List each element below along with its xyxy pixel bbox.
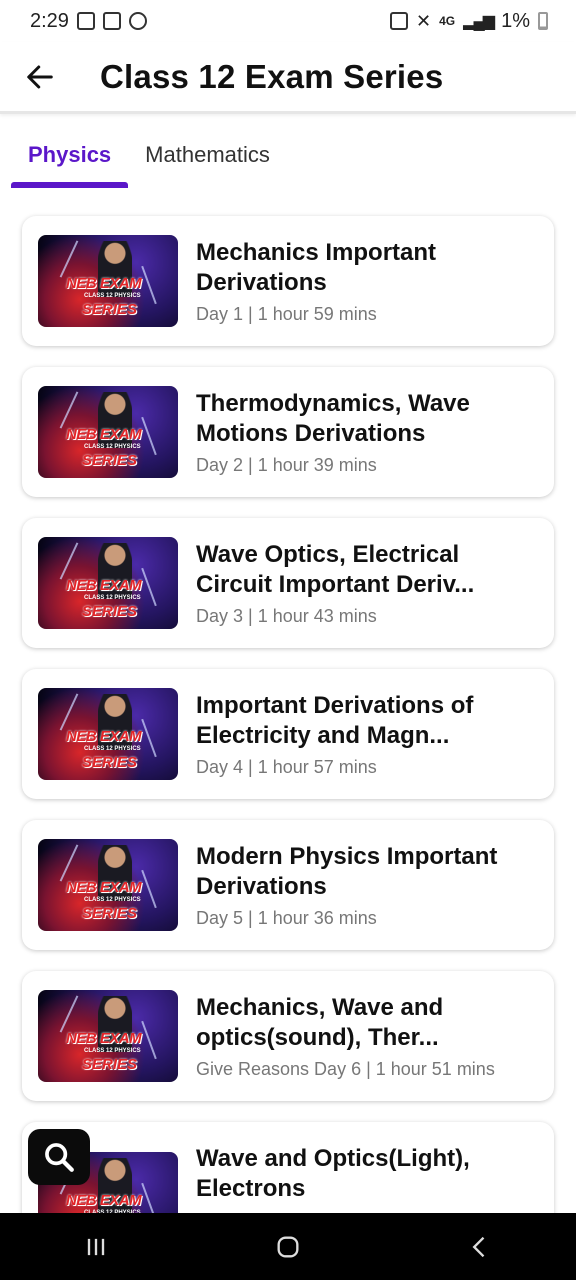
video-meta: Day 2 | 1 hour 39 mins bbox=[196, 454, 377, 475]
video-card[interactable]: NEB EXAM CLASS 12 PHYSICS SERIES Importa… bbox=[22, 669, 554, 799]
battery-icon bbox=[538, 12, 548, 30]
search-icon bbox=[45, 1143, 74, 1172]
thumbnail-subtitle: CLASS 12 PHYSICS bbox=[84, 1048, 141, 1054]
thumbnail-subtitle: CLASS 12 PHYSICS bbox=[84, 746, 141, 752]
thumbnail-title: NEB EXAM bbox=[66, 1192, 142, 1209]
video-title: Important Derivations of Electricity and… bbox=[196, 691, 474, 749]
video-title: Wave Optics, Electrical Circuit Importan… bbox=[196, 540, 475, 598]
thumbnail-subtitle: CLASS 12 PHYSICS bbox=[84, 293, 141, 299]
status-bar: 2:29 ✕ 4G ▂▄▆ 1% bbox=[0, 0, 576, 42]
status-right: ✕ 4G ▂▄▆ 1% bbox=[390, 10, 548, 33]
voicemail-icon bbox=[102, 12, 121, 30]
recents-button[interactable] bbox=[66, 1222, 126, 1272]
video-title: Thermodynamics, Wave Motions Derivations bbox=[196, 389, 470, 447]
video-meta: Day 4 | 1 hour 57 mins bbox=[196, 756, 377, 777]
system-nav-bar bbox=[0, 1213, 576, 1280]
arrow-back-icon bbox=[27, 65, 53, 88]
battery-level: 1% bbox=[501, 9, 530, 32]
thumbnail-series: SERIES bbox=[82, 452, 138, 469]
video-card[interactable]: NEB EXAM CLASS 12 PHYSICS SERIES Thermod… bbox=[22, 367, 554, 497]
subject-tabs: Physics Mathematics bbox=[0, 130, 576, 190]
video-card[interactable]: NEB EXAM CLASS 12 PHYSICS SERIES Mechani… bbox=[22, 216, 554, 346]
thumbnail-title: NEB EXAM bbox=[66, 1030, 142, 1047]
status-left: 2:29 bbox=[30, 10, 147, 33]
video-info: Thermodynamics, Wave Motions Derivations… bbox=[196, 389, 538, 476]
video-title: Mechanics Important Derivations bbox=[196, 238, 437, 296]
video-card[interactable]: NEB EXAM CLASS 12 PHYSICS SERIES Wave Op… bbox=[22, 518, 554, 648]
video-info: Modern Physics Important Derivations Day… bbox=[196, 842, 538, 929]
home-button[interactable] bbox=[258, 1222, 318, 1272]
nav-back-icon bbox=[472, 1236, 485, 1257]
mute-icon: ✕ bbox=[416, 10, 432, 31]
video-info: Mechanics Important Derivations Day 1 | … bbox=[196, 238, 538, 325]
video-title: Modern Physics Important Derivations bbox=[196, 842, 498, 900]
video-info: Wave and Optics(Light), Electrons bbox=[196, 1144, 538, 1210]
data-saver-icon bbox=[128, 12, 147, 30]
video-thumbnail: NEB EXAM CLASS 12 PHYSICS SERIES bbox=[38, 688, 178, 780]
page-title: Class 12 Exam Series bbox=[100, 57, 444, 95]
thumbnail-title: NEB EXAM bbox=[66, 879, 142, 896]
video-card[interactable]: NEB EXAM CLASS 12 PHYSICS SERIES Mechani… bbox=[22, 971, 554, 1101]
video-meta: Day 3 | 1 hour 43 mins bbox=[196, 605, 377, 626]
thumbnail-title: NEB EXAM bbox=[66, 728, 142, 745]
video-meta: Day 5 | 1 hour 36 mins bbox=[196, 907, 377, 928]
thumbnail-series: SERIES bbox=[82, 905, 138, 922]
back-button[interactable] bbox=[0, 41, 80, 113]
video-meta: Give Reasons Day 6 | 1 hour 51 mins bbox=[196, 1058, 495, 1079]
video-card[interactable]: NEB EXAM CLASS 12 PHYSICS SERIES Modern … bbox=[22, 820, 554, 950]
thumbnail-title: NEB EXAM bbox=[66, 577, 142, 594]
home-icon bbox=[277, 1236, 299, 1257]
status-time: 2:29 bbox=[30, 9, 69, 32]
video-info: Mechanics, Wave and optics(sound), Ther.… bbox=[196, 993, 538, 1080]
thumbnail-series: SERIES bbox=[82, 603, 138, 620]
thumbnail-series: SERIES bbox=[82, 301, 138, 318]
app-bar: Class 12 Exam Series bbox=[0, 42, 576, 114]
signal-icon: ▂▄▆ bbox=[463, 13, 495, 30]
search-button[interactable] bbox=[28, 1129, 90, 1185]
tab-physics[interactable]: Physics bbox=[11, 130, 129, 188]
thumbnail-subtitle: CLASS 12 PHYSICS bbox=[84, 595, 141, 601]
thumbnail-title: NEB EXAM bbox=[66, 426, 142, 443]
thumbnail-subtitle: CLASS 12 PHYSICS bbox=[84, 444, 141, 450]
network-type: 4G bbox=[439, 14, 456, 28]
thumbnail-series: SERIES bbox=[82, 754, 138, 771]
thumbnail-title: NEB EXAM bbox=[66, 275, 142, 292]
video-meta: Day 1 | 1 hour 59 mins bbox=[196, 303, 377, 324]
recents-icon bbox=[87, 1238, 105, 1255]
video-thumbnail: NEB EXAM CLASS 12 PHYSICS SERIES bbox=[38, 235, 178, 327]
video-info: Important Derivations of Electricity and… bbox=[196, 691, 538, 778]
video-thumbnail: NEB EXAM CLASS 12 PHYSICS SERIES bbox=[38, 386, 178, 478]
gallery-icon bbox=[76, 12, 95, 30]
thumbnail-series: SERIES bbox=[82, 1056, 138, 1073]
thumbnail-subtitle: CLASS 12 PHYSICS bbox=[84, 897, 141, 903]
video-title: Wave and Optics(Light), Electrons bbox=[196, 1145, 470, 1202]
video-thumbnail: NEB EXAM CLASS 12 PHYSICS SERIES bbox=[38, 537, 178, 629]
nav-back-button[interactable] bbox=[450, 1222, 510, 1272]
video-thumbnail: NEB EXAM CLASS 12 PHYSICS SERIES bbox=[38, 839, 178, 931]
video-title: Mechanics, Wave and optics(sound), Ther.… bbox=[196, 993, 444, 1051]
video-list: NEB EXAM CLASS 12 PHYSICS SERIES Mechani… bbox=[22, 216, 554, 1273]
tab-mathematics[interactable]: Mathematics bbox=[128, 130, 287, 188]
video-info: Wave Optics, Electrical Circuit Importan… bbox=[196, 540, 538, 627]
video-thumbnail: NEB EXAM CLASS 12 PHYSICS SERIES bbox=[38, 990, 178, 1082]
battery-saver-icon bbox=[390, 12, 409, 30]
